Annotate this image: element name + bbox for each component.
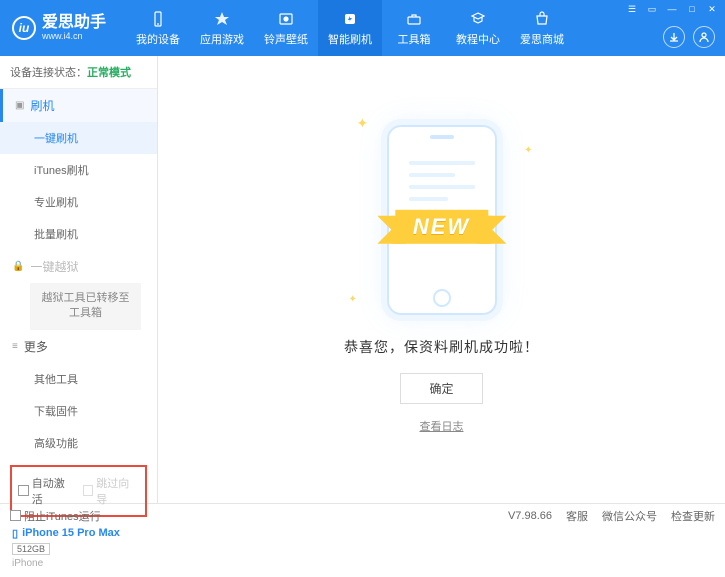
device-type: iPhone: [12, 558, 145, 569]
sidebar-section-flash[interactable]: ▣ 刷机: [0, 89, 157, 122]
sidebar: 设备连接状态：正常模式 ▣ 刷机 一键刷机 iTunes刷机 专业刷机 批量刷机…: [0, 56, 158, 503]
device-icon: [149, 10, 167, 28]
app-logo: iu 爱思助手 www.i4.cn: [0, 15, 118, 41]
nav-ringtones[interactable]: 铃声壁纸: [254, 0, 318, 56]
success-message: 恭喜您，保资料刷机成功啦！: [344, 337, 539, 357]
ok-button[interactable]: 确定: [400, 373, 482, 404]
user-button[interactable]: [693, 26, 715, 48]
flash-section-icon: ▣: [15, 100, 24, 111]
maximize-icon[interactable]: □: [683, 2, 701, 16]
sparkle-icon: ✦: [524, 145, 532, 156]
main-content: ✦ ✦ ✦ NEW 恭喜您，保资料刷机成功啦！ 确定 查看日志: [158, 56, 725, 503]
new-ribbon: NEW: [395, 210, 488, 244]
close-icon[interactable]: ✕: [703, 2, 721, 16]
lock-icon: 🔒: [12, 261, 24, 272]
window-skin-icon[interactable]: ▭: [643, 2, 661, 16]
window-menu-icon[interactable]: ☰: [623, 2, 641, 16]
header-actions: [663, 26, 715, 48]
apps-icon: [213, 10, 231, 28]
sparkle-icon: ✦: [357, 115, 369, 132]
version-label: V7.98.66: [508, 510, 552, 522]
nav-apps-games[interactable]: 应用游戏: [190, 0, 254, 56]
sidebar-item-other-tools[interactable]: 其他工具: [0, 363, 157, 395]
app-url: www.i4.cn: [42, 31, 106, 41]
minimize-icon[interactable]: —: [663, 2, 681, 16]
checkbox-block-itunes[interactable]: 阻止iTunes运行: [10, 508, 101, 524]
device-name[interactable]: ▯ iPhone 15 Pro Max: [12, 527, 145, 540]
nav-tutorials[interactable]: 教程中心: [446, 0, 510, 56]
flash-icon: [341, 10, 359, 28]
checkbox-icon: [83, 485, 94, 496]
more-section-icon: ≡: [12, 341, 18, 352]
jailbreak-note: 越狱工具已转移至工具箱: [30, 283, 141, 330]
sidebar-item-advanced[interactable]: 高级功能: [0, 427, 157, 459]
toolbox-icon: [405, 10, 423, 28]
ringtone-icon: [277, 10, 295, 28]
sidebar-item-pro-flash[interactable]: 专业刷机: [0, 186, 157, 218]
sidebar-item-oneclick-flash[interactable]: 一键刷机: [0, 122, 157, 154]
app-name: 爱思助手: [42, 15, 106, 31]
footer-link-update[interactable]: 检查更新: [671, 508, 715, 524]
checkbox-auto-activate[interactable]: 自动激活: [18, 475, 75, 507]
sidebar-item-batch-flash[interactable]: 批量刷机: [0, 218, 157, 250]
tutorial-icon: [469, 10, 487, 28]
sidebar-section-jailbreak: 🔒 一键越狱: [0, 250, 157, 283]
window-controls: ☰ ▭ — □ ✕: [623, 2, 721, 16]
checkbox-icon: [10, 510, 21, 521]
top-nav: 我的设备 应用游戏 铃声壁纸 智能刷机 工具箱 教程中心 爱思商城: [126, 0, 574, 56]
view-log-link[interactable]: 查看日志: [420, 418, 464, 434]
sidebar-section-more[interactable]: ≡ 更多: [0, 330, 157, 363]
nav-my-device[interactable]: 我的设备: [126, 0, 190, 56]
sparkle-icon: ✦: [349, 294, 357, 305]
device-info: ▯ iPhone 15 Pro Max 512GB iPhone: [0, 523, 157, 577]
footer-link-wechat[interactable]: 微信公众号: [602, 508, 657, 524]
nav-toolbox[interactable]: 工具箱: [382, 0, 446, 56]
nav-store[interactable]: 爱思商城: [510, 0, 574, 56]
footer-link-support[interactable]: 客服: [566, 508, 588, 524]
store-icon: [533, 10, 551, 28]
nav-smart-flash[interactable]: 智能刷机: [318, 0, 382, 56]
device-storage: 512GB: [12, 543, 50, 555]
device-status: 设备连接状态：正常模式: [0, 56, 157, 89]
app-header: iu 爱思助手 www.i4.cn 我的设备 应用游戏 铃声壁纸 智能刷机 工具…: [0, 0, 725, 56]
phone-icon: ▯: [12, 527, 18, 540]
checkbox-skip-guide: 跳过向导: [83, 475, 140, 507]
sidebar-item-download-firmware[interactable]: 下载固件: [0, 395, 157, 427]
logo-icon: iu: [12, 16, 36, 40]
sidebar-item-itunes-flash[interactable]: iTunes刷机: [0, 154, 157, 186]
checkbox-icon: [18, 485, 29, 496]
download-button[interactable]: [663, 26, 685, 48]
